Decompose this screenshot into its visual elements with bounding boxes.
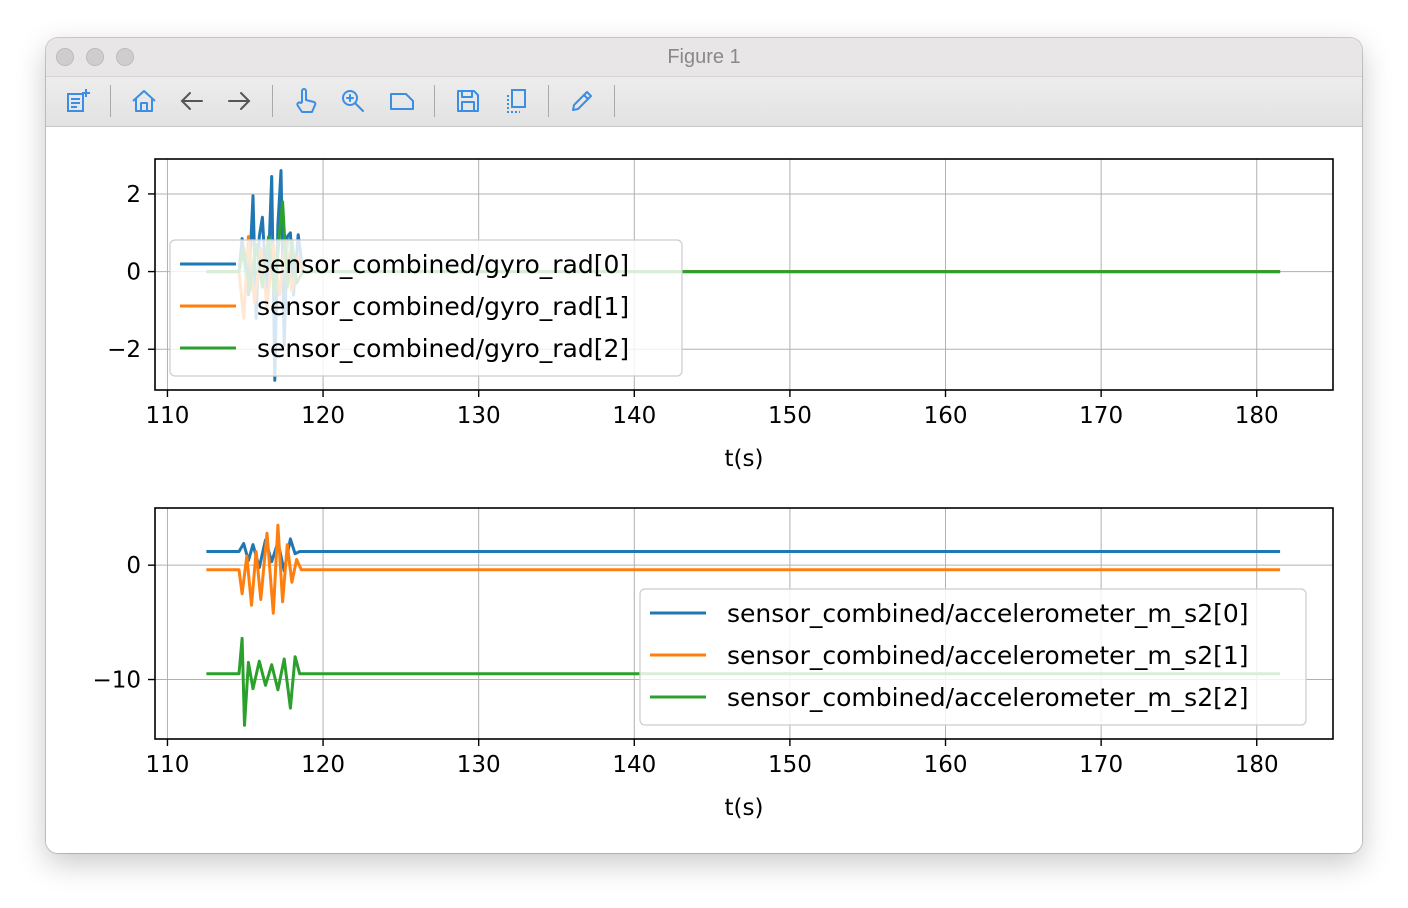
legend: sensor_combined/gyro_rad[0] sensor_combin… xyxy=(169,239,683,377)
legend-label-1: sensor_combined/accelerometer_m_s2[1] xyxy=(727,641,1249,670)
x-tick-label: 180 xyxy=(1235,752,1279,778)
toolbar xyxy=(46,77,1362,127)
back-arrow-icon[interactable] xyxy=(176,85,208,117)
y-tick-label: 0 xyxy=(126,553,141,579)
x-tick-label: 120 xyxy=(301,752,345,778)
x-tick-label: 160 xyxy=(924,403,968,429)
subplot-1: 110 120 130 140 150 160 170 180 0 −10 t(s) sensor_c… xyxy=(92,507,1334,821)
x-tick-label: 180 xyxy=(1235,403,1279,429)
y-tick-label: 2 xyxy=(126,182,141,208)
toolbar-separator xyxy=(272,85,273,117)
plot-area[interactable]: 110 120 130 140 150 160 170 180 2 0 −2 t(s) sensor_c… xyxy=(46,127,1362,853)
series-line-0 xyxy=(206,537,1281,573)
zoom-magnifier-icon[interactable] xyxy=(337,85,369,117)
title-bar: Figure 1 xyxy=(46,38,1362,77)
x-tick-label: 140 xyxy=(612,752,656,778)
forward-arrow-icon[interactable] xyxy=(223,85,255,117)
home-icon[interactable] xyxy=(128,85,160,117)
copy-icon[interactable] xyxy=(500,85,532,117)
x-tick-label: 160 xyxy=(924,752,968,778)
figure-window: Figure 1 110 120 130 140 150 160 170 180… xyxy=(46,38,1362,853)
x-tick-label: 120 xyxy=(301,403,345,429)
legend-label-0: sensor_combined/gyro_rad[0] xyxy=(257,250,629,279)
toolbar-separator xyxy=(434,85,435,117)
zoom-rect-icon[interactable] xyxy=(386,85,418,117)
legend: sensor_combined/accelerometer_m_s2[0]sen… xyxy=(639,588,1307,726)
x-tick-label: 110 xyxy=(145,403,189,429)
x-axis-label: t(s) xyxy=(725,446,764,472)
subplots-config-icon[interactable] xyxy=(62,85,94,117)
legend-label-2: sensor_combined/accelerometer_m_s2[2] xyxy=(727,683,1249,712)
x-tick-label: 130 xyxy=(457,403,501,429)
x-tick-label: 150 xyxy=(768,403,812,429)
toolbar-separator xyxy=(548,85,549,117)
edit-pencil-icon[interactable] xyxy=(566,85,598,117)
pan-hand-icon[interactable] xyxy=(290,85,322,117)
y-tick-label: −10 xyxy=(92,668,141,694)
toolbar-separator xyxy=(110,85,111,117)
y-tick-label: −2 xyxy=(107,337,141,363)
legend-label-0: sensor_combined/accelerometer_m_s2[0] xyxy=(727,599,1249,628)
x-tick-label: 110 xyxy=(145,752,189,778)
figure-canvas[interactable]: 110 120 130 140 150 160 170 180 2 0 −2 t(s) sensor_c… xyxy=(46,127,1362,853)
x-axis-label: t(s) xyxy=(725,795,764,821)
window-title: Figure 1 xyxy=(667,46,741,68)
x-tick-label: 150 xyxy=(768,752,812,778)
x-tick-label: 170 xyxy=(1079,752,1123,778)
y-tick-label: 0 xyxy=(126,260,141,286)
save-icon[interactable] xyxy=(452,85,484,117)
x-tick-label: 130 xyxy=(457,752,501,778)
x-tick-label: 170 xyxy=(1079,403,1123,429)
legend-label-1: sensor_combined/gyro_rad[1] xyxy=(257,292,629,321)
subplot-0: 110 120 130 140 150 160 170 180 2 0 −2 t(s) sensor_c… xyxy=(107,158,1334,472)
toolbar-separator xyxy=(614,85,615,117)
legend-label-2: sensor_combined/gyro_rad[2] xyxy=(257,334,629,363)
x-tick-label: 140 xyxy=(612,403,656,429)
